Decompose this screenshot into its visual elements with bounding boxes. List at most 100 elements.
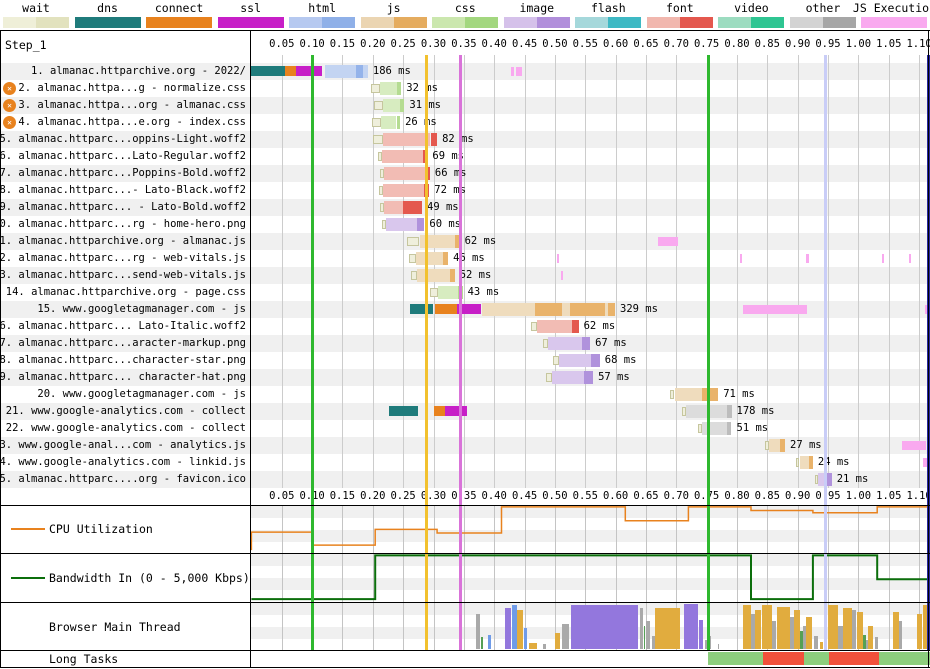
gridline [737,602,738,650]
request-bar-font_dark[interactable] [571,320,579,333]
request-bar-js[interactable] [562,303,571,316]
request-bar-other[interactable] [701,422,728,435]
request-label[interactable]: 17. almanac.httparc...aracter-markup.png [0,337,246,349]
request-label[interactable]: 20. www.googletagmanager.com - js [37,388,246,400]
request-bar-font[interactable] [383,184,425,197]
request-bar-wait[interactable] [429,288,438,297]
request-bar-other_dark[interactable] [727,422,732,435]
request-label[interactable]: 15. www.googletagmanager.com - js [37,303,246,315]
request-bar-html_dark[interactable] [355,65,364,78]
request-bar-font[interactable] [384,167,426,180]
request-bar-connect[interactable] [434,406,445,416]
request-bar-wait[interactable] [409,254,416,263]
request-bar-image[interactable] [558,354,591,367]
main-thread-activity-bar [511,605,517,649]
request-bar-image[interactable] [386,218,418,231]
request-bar-image_dark[interactable] [417,218,425,231]
request-bar-css_dark[interactable] [396,116,401,129]
request-bar-html[interactable] [363,65,368,78]
request-label[interactable]: 22. www.google-analytics.com - collect [6,422,246,434]
request-bar-js_dark[interactable] [808,456,813,469]
main-thread-activity-bar [505,608,512,649]
request-bar-image_dark[interactable] [584,371,594,384]
request-bar-js_dark[interactable] [570,303,606,316]
request-bar-ssl[interactable] [295,66,323,76]
request-bar-font[interactable] [383,133,431,146]
request-bar-js_dark[interactable] [701,388,719,401]
request-bar-image[interactable] [551,371,585,384]
request-label[interactable]: 4. almanac.httpa...e.org - index.css [12,116,246,128]
request-bar-font_dark[interactable] [430,133,438,146]
request-bar-connect[interactable] [434,304,457,314]
request-bar-font[interactable] [381,150,423,163]
request-label[interactable]: 16. almanac.httparc... Lato-Italic.woff2 [0,320,246,332]
request-bar-other_dark[interactable] [726,405,732,418]
request-bar-css_dark[interactable] [400,99,405,112]
long-task-block[interactable] [879,652,930,665]
request-duration-label: 32 ms [406,82,438,94]
request-bar-js[interactable] [415,252,443,265]
request-label[interactable]: 3. almanac.httpa...org - almanac.css [12,99,246,111]
request-label[interactable]: 1. almanac.httparchive.org - 2022/ [25,65,246,77]
long-task-block[interactable] [707,652,764,665]
request-label[interactable]: 6. almanac.httparc...Lato-Regular.woff2 [0,150,246,162]
request-label[interactable]: 8. almanac.httparc...- Lato-Black.woff2 [0,184,246,196]
request-bar-ssl[interactable] [445,406,467,416]
request-label[interactable]: 11. almanac.httparchive.org - almanac.js [0,235,246,247]
request-label[interactable]: 12. almanac.httparc...rg - web-vitals.js [0,252,246,264]
request-bar-js_dark[interactable] [442,252,449,265]
event-marker-line [706,55,710,650]
request-label[interactable]: 9. almanac.httparc... - Lato-Bold.woff2 [0,201,246,213]
request-label[interactable]: 14. almanac.httparchive.org - page.css [6,286,246,298]
request-label[interactable]: 10. almanac.httparc...rg - home-hero.png [0,218,246,230]
request-bar-font[interactable] [536,320,572,333]
request-bar-font[interactable] [384,201,404,214]
long-task-block[interactable] [829,652,880,665]
request-bar-wait[interactable] [406,237,420,246]
request-bar-js[interactable] [416,269,450,282]
long-task-block[interactable] [803,652,830,665]
request-bar-wait[interactable] [372,118,381,127]
legend-item-js-execution: JS Execution [853,0,930,29]
request-bar-font_dark[interactable] [403,201,422,214]
request-bar-wait[interactable] [371,84,381,93]
request-bar-dns[interactable] [409,304,434,314]
request-label[interactable]: 13. almanac.httparc...send-web-vitals.js [0,269,246,281]
request-bar-wait[interactable] [373,135,384,144]
request-label[interactable]: 2. almanac.httpa...g - normalize.css [12,82,246,94]
request-bar-dns[interactable] [251,66,286,76]
event-marker-line [824,55,827,650]
request-bar-image_dark[interactable] [582,337,591,350]
request-bar-js_dark[interactable] [780,439,785,452]
main-thread-activity-bar [529,643,538,649]
request-bar-js[interactable] [674,388,702,401]
request-bar-image_dark[interactable] [826,473,832,486]
request-bar-image[interactable] [548,337,583,350]
request-bar-js_dark[interactable] [449,269,455,282]
request-bar-js[interactable] [799,456,809,469]
main-thread-activity-bar [772,621,777,649]
request-bar-html[interactable] [324,65,356,78]
request-bar-css[interactable] [437,286,458,299]
request-bar-css[interactable] [380,116,397,129]
request-label[interactable]: 21. www.google-analytics.com - collect [6,405,246,417]
request-bar-css[interactable] [382,99,401,112]
request-bar-wait[interactable] [374,101,383,110]
request-label[interactable]: 7. almanac.httparc...Poppins-Bold.woff2 [0,167,246,179]
request-label[interactable]: 18. almanac.httparc...character-star.png [0,354,246,366]
request-bar-css_dark[interactable] [397,82,402,95]
request-bar-js_dark[interactable] [608,303,615,316]
request-bar-js[interactable] [769,439,781,452]
request-label[interactable]: 5. almanac.httparc...oppins-Light.woff2 [0,133,246,145]
request-label[interactable]: 24. www.google-analytics.com - linkid.js [0,456,246,468]
request-label[interactable]: 19. almanac.httparc... character-hat.png [0,371,246,383]
request-bar-image_dark[interactable] [590,354,600,367]
request-label[interactable]: 25. almanac.httparc....org - favicon.ico [0,473,246,485]
request-bar-connect[interactable] [285,66,296,76]
request-bar-css[interactable] [380,82,398,95]
request-label[interactable]: 23. www.google-anal...com - analytics.js [0,439,246,451]
request-bar-js[interactable] [481,303,535,316]
request-bar-js_dark[interactable] [534,303,563,316]
request-bar-dns[interactable] [388,406,419,416]
long-task-block[interactable] [763,652,804,665]
